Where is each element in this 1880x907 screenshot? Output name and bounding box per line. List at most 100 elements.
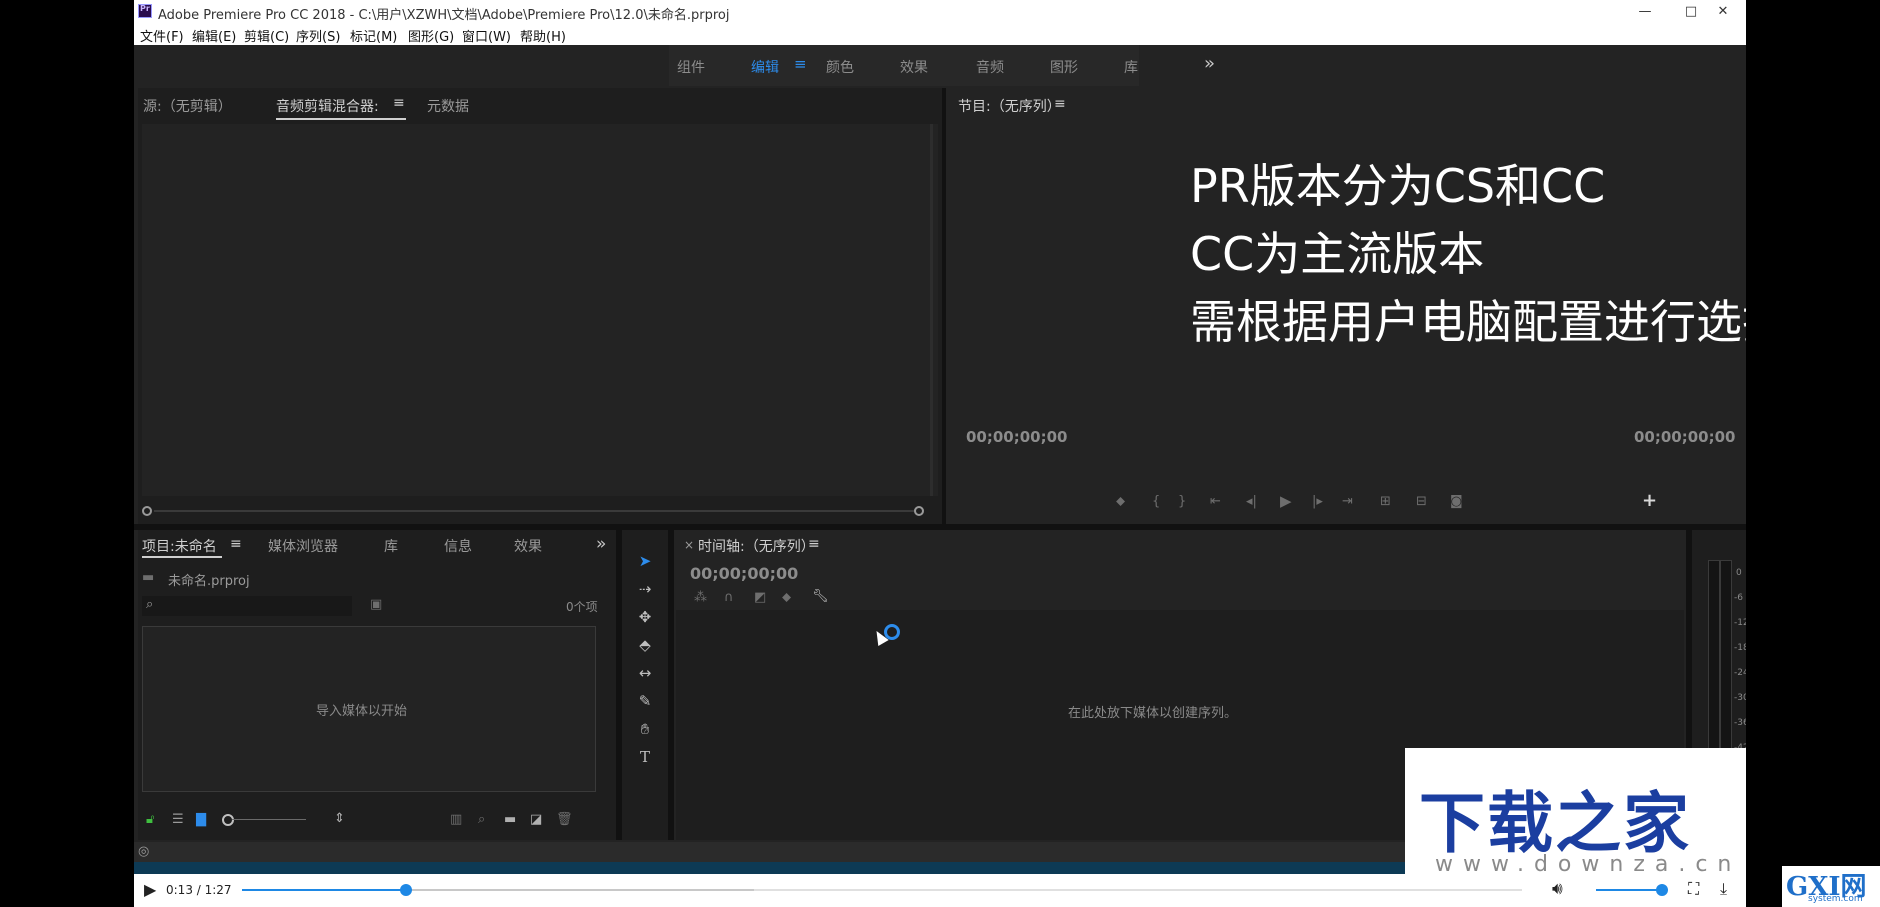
program-panel-menu-icon[interactable]: ≡ (1054, 96, 1066, 112)
zoom-slider-handle[interactable] (222, 814, 234, 826)
timeline-close-icon[interactable]: × (684, 538, 694, 552)
mark-in-icon[interactable]: { (1152, 494, 1160, 509)
status-icon: ◎ (138, 844, 150, 859)
find-bottom-icon[interactable]: ⌕ (478, 812, 485, 827)
meter-label: -36 (1734, 718, 1746, 728)
razor-tool-icon[interactable]: ⬘ (634, 634, 656, 656)
hand-tool-icon[interactable]: ✋︎ (634, 718, 656, 740)
ripple-edit-tool-icon[interactable]: ✥ (634, 606, 656, 628)
player-progress-knob[interactable] (400, 884, 413, 896)
source-panel-menu-icon[interactable]: ≡ (393, 95, 405, 111)
program-duration-timecode: 00;00;00;00 (1634, 428, 1736, 446)
video-player-bar: ▶ 0:13 / 1:27 🔊︎ ⛶ ⤓ (134, 874, 1746, 907)
menu-window[interactable]: 窗口(W) (462, 26, 511, 45)
tab-audio-clip-mixer[interactable]: 音频剪辑混合器: (276, 96, 379, 116)
corner-logo-url: system.com (1808, 894, 1863, 904)
new-bin-icon[interactable]: ▬ (504, 812, 516, 827)
play-icon[interactable]: ▶ (1280, 492, 1292, 510)
premiere-window: Pr Adobe Premiere Pro CC 2018 - C:\用户\XZ… (134, 0, 1746, 874)
menu-edit[interactable]: 编辑(E) (192, 26, 236, 45)
workspace-tab-libraries[interactable]: 库 (1124, 57, 1138, 77)
timeline-timecode[interactable]: 00;00;00;00 (690, 564, 798, 583)
tab-media-browser[interactable]: 媒体浏览器 (268, 536, 338, 556)
menu-marker[interactable]: 标记(M) (350, 26, 397, 45)
workspace-tab-graphics[interactable]: 图形 (1050, 57, 1078, 77)
tab-source[interactable]: 源:（无剪辑） (143, 96, 232, 116)
scroll-handle-left-icon[interactable] (142, 506, 152, 516)
selection-tool-icon[interactable]: ➤ (634, 550, 656, 572)
overlay-line-1: PR版本分为CS和CC (1190, 159, 1606, 213)
find-icon[interactable]: ▣ (370, 597, 382, 612)
step-forward-icon[interactable]: |▸ (1312, 494, 1323, 509)
volume-knob[interactable] (1656, 884, 1668, 896)
mark-out-icon[interactable]: } (1178, 494, 1186, 509)
project-item-count: 0个项 (566, 600, 598, 614)
program-panel-title[interactable]: 节目:（无序列） (958, 96, 1061, 116)
tab-effects[interactable]: 效果 (514, 536, 542, 556)
download-icon[interactable]: ⤓ (1720, 879, 1727, 899)
tab-info[interactable]: 信息 (444, 536, 472, 556)
project-search-input[interactable] (142, 596, 352, 616)
slip-tool-icon[interactable]: ↔ (634, 662, 656, 684)
add-marker-icon[interactable]: ⬥ (1116, 494, 1125, 509)
timeline-title[interactable]: 时间轴:（无序列） (698, 536, 815, 556)
active-tab-underline (276, 118, 406, 120)
minimize-button[interactable]: — (1622, 0, 1668, 24)
project-panel: 项目:未命名 ≡ 媒体浏览器 库 信息 效果 » ▬ 未命名.prproj ⌕ … (138, 530, 616, 840)
menu-sequence[interactable]: 序列(S) (296, 26, 340, 45)
sort-icon[interactable]: ⇕ (334, 811, 345, 826)
volume-icon[interactable]: 🔊︎ (1552, 879, 1563, 899)
icon-view-icon[interactable]: ▇ (196, 812, 206, 827)
title-bar: Pr Adobe Premiere Pro CC 2018 - C:\用户\XZ… (134, 0, 1746, 24)
linked-selection-icon[interactable]: ∩ (724, 590, 734, 605)
type-tool-icon[interactable]: T (634, 746, 656, 768)
go-to-out-icon[interactable]: ⇥ (1342, 494, 1353, 509)
workspace-more-icon[interactable]: » (1204, 53, 1215, 74)
scroll-handle-right-icon[interactable] (914, 506, 924, 516)
snap-icon[interactable]: ⁂ (694, 590, 707, 605)
tab-metadata[interactable]: 元数据 (427, 96, 469, 116)
track-select-tool-icon[interactable]: ⇢ (634, 578, 656, 600)
add-marker-timeline-icon[interactable]: ◩ (754, 590, 766, 605)
workspace-tab-assembly[interactable]: 组件 (677, 57, 705, 77)
lift-icon[interactable]: ⊞ (1380, 494, 1391, 509)
pen-tool-icon[interactable]: ✎ (634, 690, 656, 712)
lock-icon[interactable]: 🔓︎ (146, 812, 154, 827)
premiere-logo-icon: Pr (138, 4, 152, 18)
close-window-button[interactable]: ✕ (1700, 0, 1746, 24)
marker-icon[interactable]: ⬥ (782, 590, 791, 605)
fullscreen-icon[interactable]: ⛶ (1688, 879, 1699, 899)
step-back-icon[interactable]: ◂| (1246, 494, 1257, 509)
project-panel-menu-icon[interactable]: ≡ (230, 536, 242, 552)
project-more-icon[interactable]: » (596, 534, 606, 554)
zoom-slider-track[interactable] (232, 819, 306, 820)
overlay-line-3: 需根据用户电脑配置进行选择 (1190, 295, 1746, 349)
source-zoom-bar[interactable] (154, 510, 914, 512)
automate-icon[interactable]: ▥ (450, 812, 462, 827)
wrench-icon[interactable]: 🔧︎ (812, 589, 829, 604)
go-to-in-icon[interactable]: ⇤ (1210, 494, 1221, 509)
volume-slider[interactable] (1596, 889, 1662, 891)
workspace-tab-color[interactable]: 颜色 (826, 57, 854, 77)
menu-file[interactable]: 文件(F) (140, 26, 184, 45)
workspace-tab-editing[interactable]: 编辑 (751, 57, 779, 77)
workspace-tab-audio[interactable]: 音频 (976, 57, 1004, 77)
tab-libraries[interactable]: 库 (384, 536, 398, 556)
new-item-icon[interactable]: ◪ (530, 812, 542, 827)
workspace-tab-effects[interactable]: 效果 (900, 57, 928, 77)
trash-icon[interactable]: 🗑︎ (556, 812, 573, 827)
menu-help[interactable]: 帮助(H) (520, 26, 566, 45)
program-playhead-timecode[interactable]: 00;00;00;00 (966, 428, 1068, 446)
export-frame-icon[interactable]: ◙ (1450, 494, 1463, 509)
source-scrollbar[interactable] (930, 124, 933, 496)
workspace-menu-icon[interactable]: ≡ (794, 55, 807, 73)
timeline-menu-icon[interactable]: ≡ (808, 536, 820, 552)
tab-project[interactable]: 项目:未命名 (142, 536, 217, 556)
list-view-icon[interactable]: ☰ (172, 812, 184, 827)
player-play-icon[interactable]: ▶ (144, 880, 156, 899)
extract-icon[interactable]: ⊟ (1416, 494, 1427, 509)
add-button-icon[interactable]: + (1642, 490, 1657, 511)
program-panel: 节目:（无序列） ≡ PR版本分为CS和CC CC为主流版本 需根据用户电脑配置… (946, 88, 1746, 524)
menu-graphics[interactable]: 图形(G) (408, 26, 454, 45)
menu-clip[interactable]: 剪辑(C) (244, 26, 289, 45)
